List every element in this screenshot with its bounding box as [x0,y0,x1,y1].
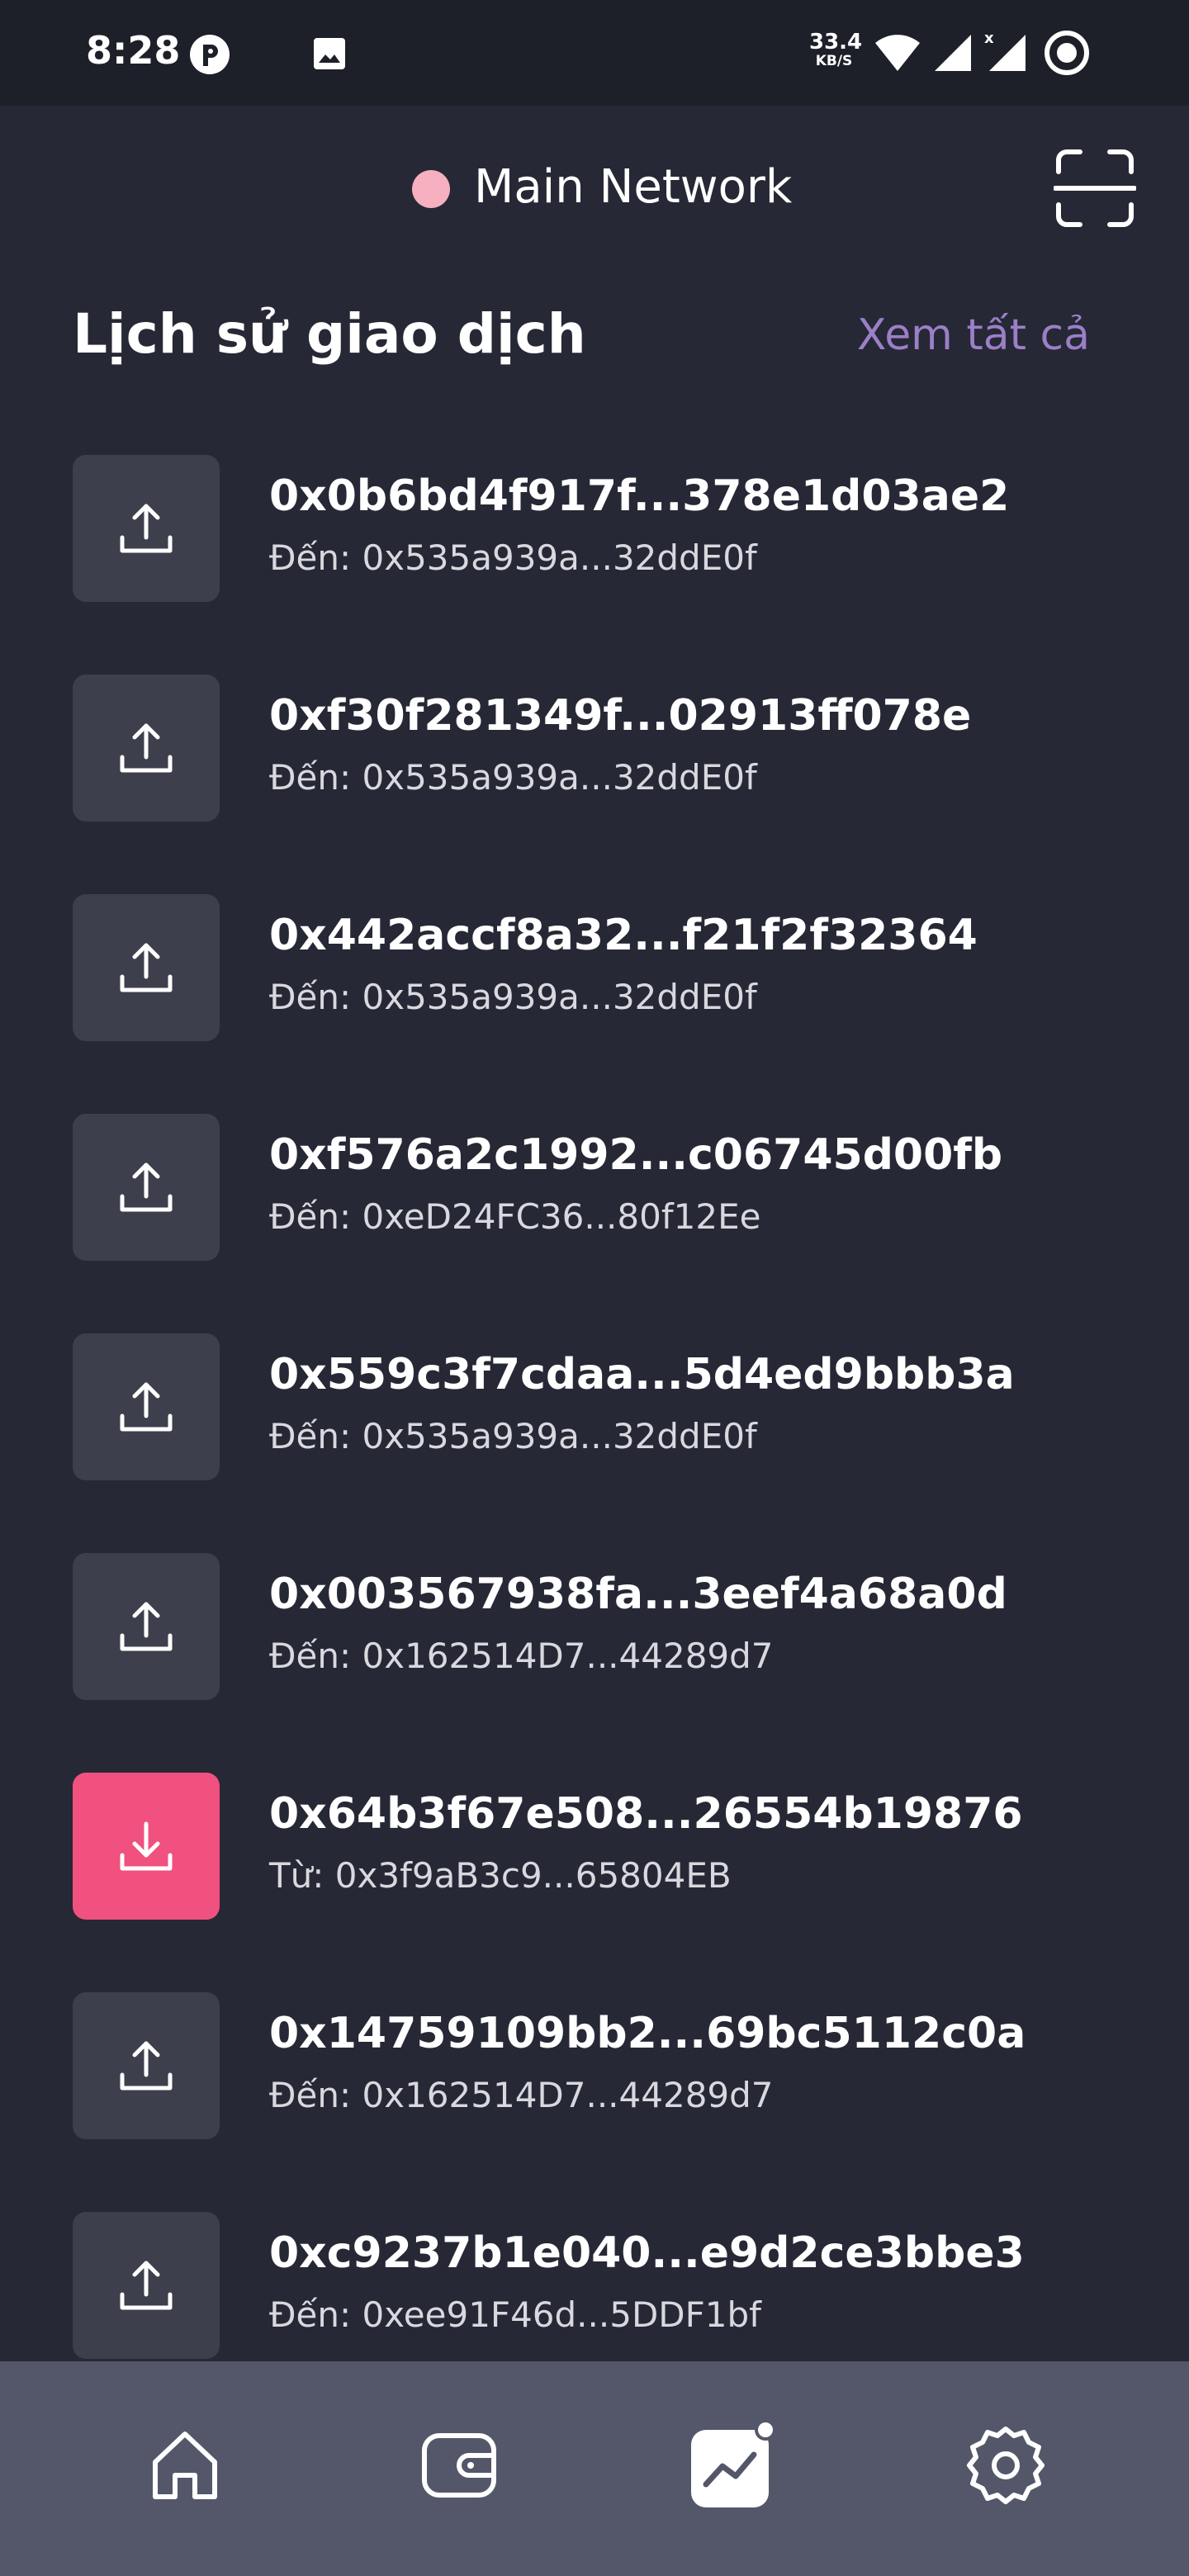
home-icon [153,2432,217,2499]
transaction-item[interactable]: 0x0b6bd4f917f...378e1d03ae2 Đến: 0x535a9… [73,455,1146,604]
bottom-nav [0,2361,1189,2576]
incoming-tile [73,1773,220,1920]
outgoing-tile [73,1992,220,2139]
speed-value: 33.4 [809,30,863,54]
outgoing-tile [73,894,220,1041]
transaction-item[interactable]: 0x559c3f7cdaa...5d4ed9bbb3a Đến: 0x535a9… [73,1333,1146,1482]
image-icon [312,36,347,74]
outgoing-tile [73,2212,220,2359]
app-badge-icon [188,33,231,79]
transaction-counterparty: Từ: 0x3f9aB3c9...65804EB [269,1855,732,1896]
scan-icon [1053,149,1137,227]
transaction-counterparty: Đến: 0x162514D7...44289d7 [269,1636,774,1676]
transaction-hash: 0x64b3f67e508...26554b19876 [269,1789,1023,1839]
transaction-item[interactable]: 0x442accf8a32...f21f2f32364 Đến: 0x535a9… [73,894,1146,1043]
upload-icon [120,504,173,553]
network-speed: 33.4 KB/S [809,30,863,69]
transaction-item[interactable]: 0x003567938fa...3eef4a68a0d Đến: 0x16251… [73,1553,1146,1702]
upload-icon [120,1382,173,1432]
transaction-hash: 0x0b6bd4f917f...378e1d03ae2 [269,471,1010,521]
wallet-icon [422,2433,496,2498]
upload-icon [120,1602,173,1651]
outgoing-tile [73,455,220,602]
network-header: Main Network [0,106,1189,271]
status-bar: 8:28 33.4 KB/S x [0,0,1189,106]
transaction-hash: 0x003567938fa...3eef4a68a0d [269,1570,1007,1619]
nav-wallet-button[interactable] [410,2416,509,2515]
transaction-item[interactable]: 0xc9237b1e040...e9d2ce3bbe3 Đến: 0xee91F… [73,2212,1146,2361]
transaction-item[interactable]: 0xf576a2c1992...c06745d00fb Đến: 0xeD24F… [73,1114,1146,1262]
transaction-counterparty: Đến: 0x162514D7...44289d7 [269,2075,774,2115]
transaction-hash: 0x442accf8a32...f21f2f32364 [269,911,978,960]
signal-icon [933,33,973,76]
transaction-hash: 0xc9237b1e040...e9d2ce3bbe3 [269,2228,1025,2278]
transaction-counterparty: Đến: 0xee91F46d...5DDF1bf [269,2294,761,2335]
transaction-item[interactable]: 0x14759109bb2...69bc5112c0a Đến: 0x16251… [73,1992,1146,2141]
upload-icon [120,2041,173,2091]
wifi-icon [874,31,921,78]
battery-ring-icon [1044,30,1090,79]
transaction-counterparty: Đến: 0x535a939a...32ddE0f [269,757,757,798]
transaction-hash: 0x559c3f7cdaa...5d4ed9bbb3a [269,1350,1015,1399]
upload-icon [120,723,173,773]
status-time: 8:28 [86,28,181,73]
signal-roaming-icon: x [984,30,1027,76]
nav-activity-button[interactable] [682,2416,781,2515]
speed-unit: KB/S [815,53,853,69]
transaction-counterparty: Đến: 0x535a939a...32ddE0f [269,977,757,1017]
activity-chart-icon [691,2420,776,2507]
settings-icon [967,2427,1045,2504]
transaction-item[interactable]: 0xf30f281349f...02913ff078e Đến: 0x535a9… [73,675,1146,823]
network-status-dot [412,170,450,208]
upload-icon [120,943,173,992]
outgoing-tile [73,1553,220,1700]
outgoing-tile [73,675,220,822]
upload-icon [120,1163,173,1212]
transaction-hash: 0xf30f281349f...02913ff078e [269,691,972,741]
transaction-counterparty: Đến: 0xeD24FC36...80f12Ee [269,1196,761,1237]
transaction-counterparty: Đến: 0x535a939a...32ddE0f [269,537,757,578]
outgoing-tile [73,1114,220,1261]
transaction-hash: 0x14759109bb2...69bc5112c0a [269,2009,1026,2058]
nav-settings-button[interactable] [956,2416,1055,2515]
transaction-item[interactable]: 0x64b3f67e508...26554b19876 Từ: 0x3f9aB3… [73,1773,1146,1921]
svg-text:x: x [984,30,994,47]
transaction-counterparty: Đến: 0x535a939a...32ddE0f [269,1416,757,1456]
download-icon [120,1821,173,1871]
see-all-link[interactable]: Xem tất cả [857,310,1090,360]
transaction-hash: 0xf576a2c1992...c06745d00fb [269,1130,1003,1180]
nav-home-button[interactable] [135,2416,234,2515]
network-selector[interactable]: Main Network [474,160,792,214]
transaction-history-title: Lịch sử giao dịch [73,302,586,366]
upload-icon [120,2261,173,2310]
scan-button[interactable] [1053,149,1137,228]
outgoing-tile [73,1333,220,1480]
